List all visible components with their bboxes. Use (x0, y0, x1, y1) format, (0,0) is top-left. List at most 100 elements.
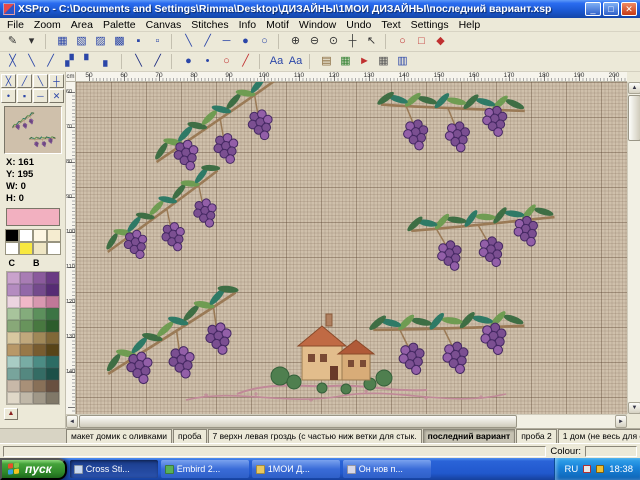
tab-5[interactable]: 1 дом (не весь для стыковки) (558, 429, 640, 443)
palette-color-26[interactable] (33, 344, 46, 356)
bead-tool[interactable]: ○ (255, 33, 274, 50)
scroll-up-button[interactable]: ▲ (628, 82, 640, 94)
palette-color-43[interactable] (46, 392, 59, 404)
sb-block[interactable]: ▪ (17, 89, 32, 103)
menu-help[interactable]: Help (454, 19, 486, 31)
quarter-stitch-mode[interactable]: ▨ (91, 33, 110, 50)
palette-color-30[interactable] (33, 356, 46, 368)
palette-color-14[interactable] (33, 308, 46, 320)
palette-color-6[interactable] (33, 284, 46, 296)
quick-color-7[interactable] (47, 242, 61, 255)
palette-color-10[interactable] (33, 296, 46, 308)
scroll-right-button[interactable]: ► (615, 415, 627, 428)
sb-backstitch[interactable]: ╲ (33, 74, 48, 88)
palette-color-34[interactable] (33, 368, 46, 380)
tab-4[interactable]: проба 2 (516, 429, 557, 443)
gobelin-mode[interactable]: ▩ (110, 33, 129, 50)
diagonal-red-tool[interactable]: ╱ (236, 53, 255, 70)
maximize-button[interactable]: □ (603, 2, 619, 16)
palette-color-33[interactable] (20, 368, 33, 380)
full-cross-stitch[interactable]: ╳ (3, 53, 22, 70)
palette-scroll-button[interactable]: ▲ (4, 408, 18, 420)
layer-tool[interactable]: ▥ (393, 53, 412, 70)
palette-color-23[interactable] (46, 332, 59, 344)
palette-color-41[interactable] (20, 392, 33, 404)
tab-0[interactable]: макет домик с оливками (66, 429, 172, 443)
column-c-header[interactable]: C (9, 258, 16, 268)
rectangle-tool[interactable]: □ (412, 33, 431, 50)
palette-color-35[interactable] (46, 368, 59, 380)
menu-motif[interactable]: Motif (261, 19, 294, 31)
color-grid-tool[interactable]: ▦ (336, 53, 355, 70)
pencil-tool[interactable]: ✎ (3, 33, 22, 50)
backstitch-right[interactable]: ╱ (198, 33, 217, 50)
palette-color-19[interactable] (46, 320, 59, 332)
palette-color-3[interactable] (46, 272, 59, 284)
backstitch-tool[interactable]: ╲ (129, 53, 148, 70)
motif-preview[interactable] (4, 106, 62, 154)
palette-color-18[interactable] (33, 320, 46, 332)
start-button[interactable]: пуск (0, 458, 67, 480)
palette-color-31[interactable] (46, 356, 59, 368)
palette-color-17[interactable] (20, 320, 33, 332)
zoom-out[interactable]: ⊖ (305, 33, 324, 50)
palette-color-1[interactable] (20, 272, 33, 284)
taskbar-task-2[interactable]: 1МОИ Д... (252, 460, 340, 478)
full-stitch-mode[interactable]: ▦ (53, 33, 72, 50)
palette-color-27[interactable] (46, 344, 59, 356)
menu-palette[interactable]: Palette (98, 19, 141, 31)
taskbar-task-0[interactable]: Cross Sti... (70, 460, 158, 478)
palette-color-24[interactable] (7, 344, 20, 356)
sb-knot[interactable]: • (1, 89, 16, 103)
palette-color-20[interactable] (7, 332, 20, 344)
current-color-swatch[interactable] (6, 208, 60, 226)
half-cross-fwd[interactable]: ╱ (41, 53, 60, 70)
quick-color-5[interactable] (19, 242, 33, 255)
menu-info[interactable]: Info (234, 19, 262, 31)
palette-color-7[interactable] (46, 284, 59, 296)
quarter-stitch[interactable]: ▘ (79, 53, 98, 70)
palette-color-37[interactable] (20, 380, 33, 392)
palette-color-12[interactable] (7, 308, 20, 320)
sb-full-cross[interactable]: ╳ (1, 74, 16, 88)
tab-2[interactable]: 7 верхн левая гроздь (с частью ниж ветки… (208, 429, 422, 443)
palette-color-22[interactable] (33, 332, 46, 344)
palette-color-11[interactable] (46, 296, 59, 308)
quick-color-0[interactable] (5, 229, 19, 242)
taskbar-task-1[interactable]: Embird 2... (161, 460, 249, 478)
palette-color-2[interactable] (33, 272, 46, 284)
menu-file[interactable]: File (2, 19, 29, 31)
fill-tool[interactable]: ◆ (431, 33, 450, 50)
quick-color-3[interactable] (47, 229, 61, 242)
text-latin-tool[interactable]: Aa (267, 53, 286, 70)
menu-zoom[interactable]: Zoom (29, 19, 66, 31)
close-button[interactable]: ✕ (621, 2, 637, 16)
taskbar-task-3[interactable]: Он нов п... (343, 460, 431, 478)
palette-color-0[interactable] (7, 272, 20, 284)
quick-color-6[interactable] (33, 242, 47, 255)
longstitch-tool[interactable]: ╱ (148, 53, 167, 70)
tab-1[interactable]: проба (173, 429, 206, 443)
quick-color-1[interactable] (19, 229, 33, 242)
palette-tool[interactable]: ▤ (317, 53, 336, 70)
pencil-dropdown[interactable]: ▾ (22, 33, 41, 50)
circle-outline-tool[interactable]: ○ (217, 53, 236, 70)
motif-tool[interactable]: ► (355, 53, 374, 70)
palette-color-15[interactable] (46, 308, 59, 320)
sb-cross2[interactable]: ✕ (49, 89, 64, 103)
sb-plus-stitch[interactable]: ┼ (49, 74, 64, 88)
palette-color-32[interactable] (7, 368, 20, 380)
select-tool[interactable]: ↖ (362, 33, 381, 50)
menu-stitches[interactable]: Stitches (186, 19, 233, 31)
palette-color-28[interactable] (7, 356, 20, 368)
design-canvas[interactable] (76, 82, 627, 414)
backstitch-left[interactable]: ╲ (179, 33, 198, 50)
minimize-button[interactable]: _ (585, 2, 601, 16)
palette-color-39[interactable] (46, 380, 59, 392)
zoom-in[interactable]: ⊕ (286, 33, 305, 50)
solid-block-mode[interactable]: ▪ (129, 33, 148, 50)
grid-toggle[interactable]: ▦ (374, 53, 393, 70)
palette-color-4[interactable] (7, 284, 20, 296)
sb-line[interactable]: ─ (33, 89, 48, 103)
titlebar[interactable]: XSPro - C:\Documents and Settings\Rimma\… (0, 0, 640, 18)
